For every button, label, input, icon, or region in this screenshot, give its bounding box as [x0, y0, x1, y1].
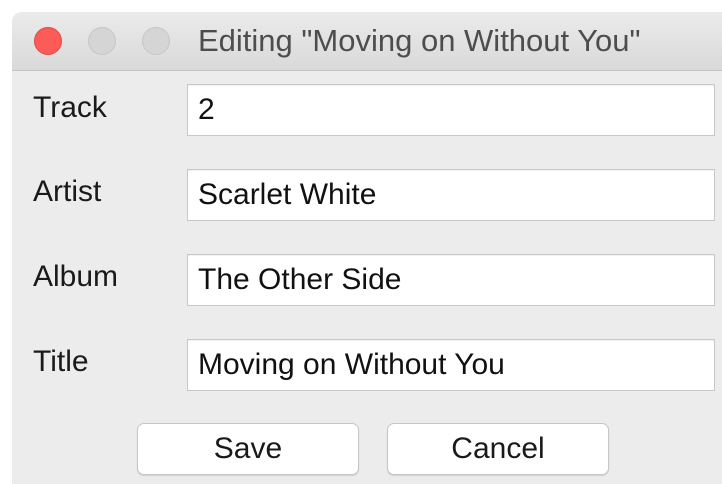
cancel-button[interactable]: Cancel [387, 423, 609, 475]
minimize-window-button[interactable] [88, 27, 116, 55]
close-window-button[interactable] [34, 27, 62, 55]
track-input[interactable] [187, 84, 715, 136]
window-title: Editing "Moving on Without You" [198, 23, 641, 58]
album-input[interactable] [187, 254, 715, 306]
title-input[interactable] [187, 339, 715, 391]
artist-label: Artist [33, 175, 102, 208]
title-label: Title [33, 345, 89, 378]
title-bar[interactable]: Editing "Moving on Without You" [12, 12, 722, 71]
album-label: Album [33, 260, 119, 293]
track-label: Track [33, 91, 107, 124]
zoom-window-button[interactable] [142, 27, 170, 55]
edit-track-dialog: Editing "Moving on Without You" Track Ar… [12, 12, 722, 484]
save-button[interactable]: Save [137, 423, 359, 475]
artist-input[interactable] [187, 169, 715, 221]
